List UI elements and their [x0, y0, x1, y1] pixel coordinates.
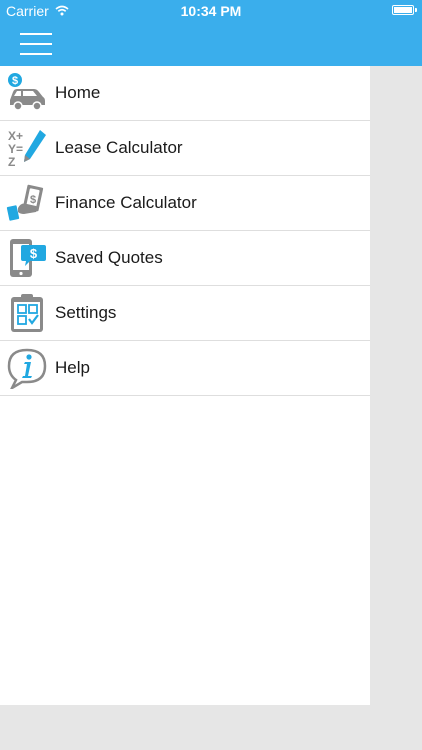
svg-text:X+: X+: [8, 129, 23, 143]
status-bar: Carrier 10:34 PM: [0, 0, 422, 22]
menu-item-lease-calculator[interactable]: X+ Y= Z Lease Calculator: [0, 121, 370, 176]
menu-item-label: Finance Calculator: [55, 193, 197, 212]
menu-item-home[interactable]: $ Home: [0, 66, 370, 121]
phone-dollar-chat-icon: $: [6, 237, 48, 279]
battery-icon: [392, 5, 417, 15]
svg-text:$: $: [12, 75, 18, 87]
info-bubble-icon: [6, 347, 48, 389]
menu-item-label: Home: [55, 83, 101, 102]
svg-text:Y=: Y=: [8, 142, 23, 156]
svg-text:Z: Z: [8, 155, 15, 169]
menu-item-label: Help: [55, 358, 90, 377]
svg-text:$: $: [30, 194, 36, 206]
hamburger-menu-icon[interactable]: [20, 32, 52, 56]
menu-item-saved-quotes[interactable]: $ Saved Quotes: [0, 231, 370, 286]
menu-item-label: Saved Quotes: [55, 248, 163, 267]
car-dollar-icon: $: [6, 72, 48, 114]
menu-item-settings[interactable]: Settings: [0, 286, 370, 341]
svg-text:$: $: [30, 246, 38, 261]
math-pencil-icon: X+ Y= Z: [6, 127, 48, 169]
battery-fill: [394, 7, 412, 13]
status-time: 10:34 PM: [180, 3, 242, 19]
menu-item-label: Settings: [55, 303, 117, 322]
menu-item-label: Lease Calculator: [55, 138, 183, 157]
side-menu-drawer: $ Home X+ Y= Z Lease Calculator $ Financ…: [0, 66, 370, 705]
hand-money-icon: $: [6, 182, 48, 224]
menu-item-finance-calculator[interactable]: $ Finance Calculator: [0, 176, 370, 231]
clipboard-checklist-icon: [6, 292, 48, 334]
navigation-bar: [0, 22, 422, 66]
menu-item-help[interactable]: Help: [0, 341, 370, 396]
